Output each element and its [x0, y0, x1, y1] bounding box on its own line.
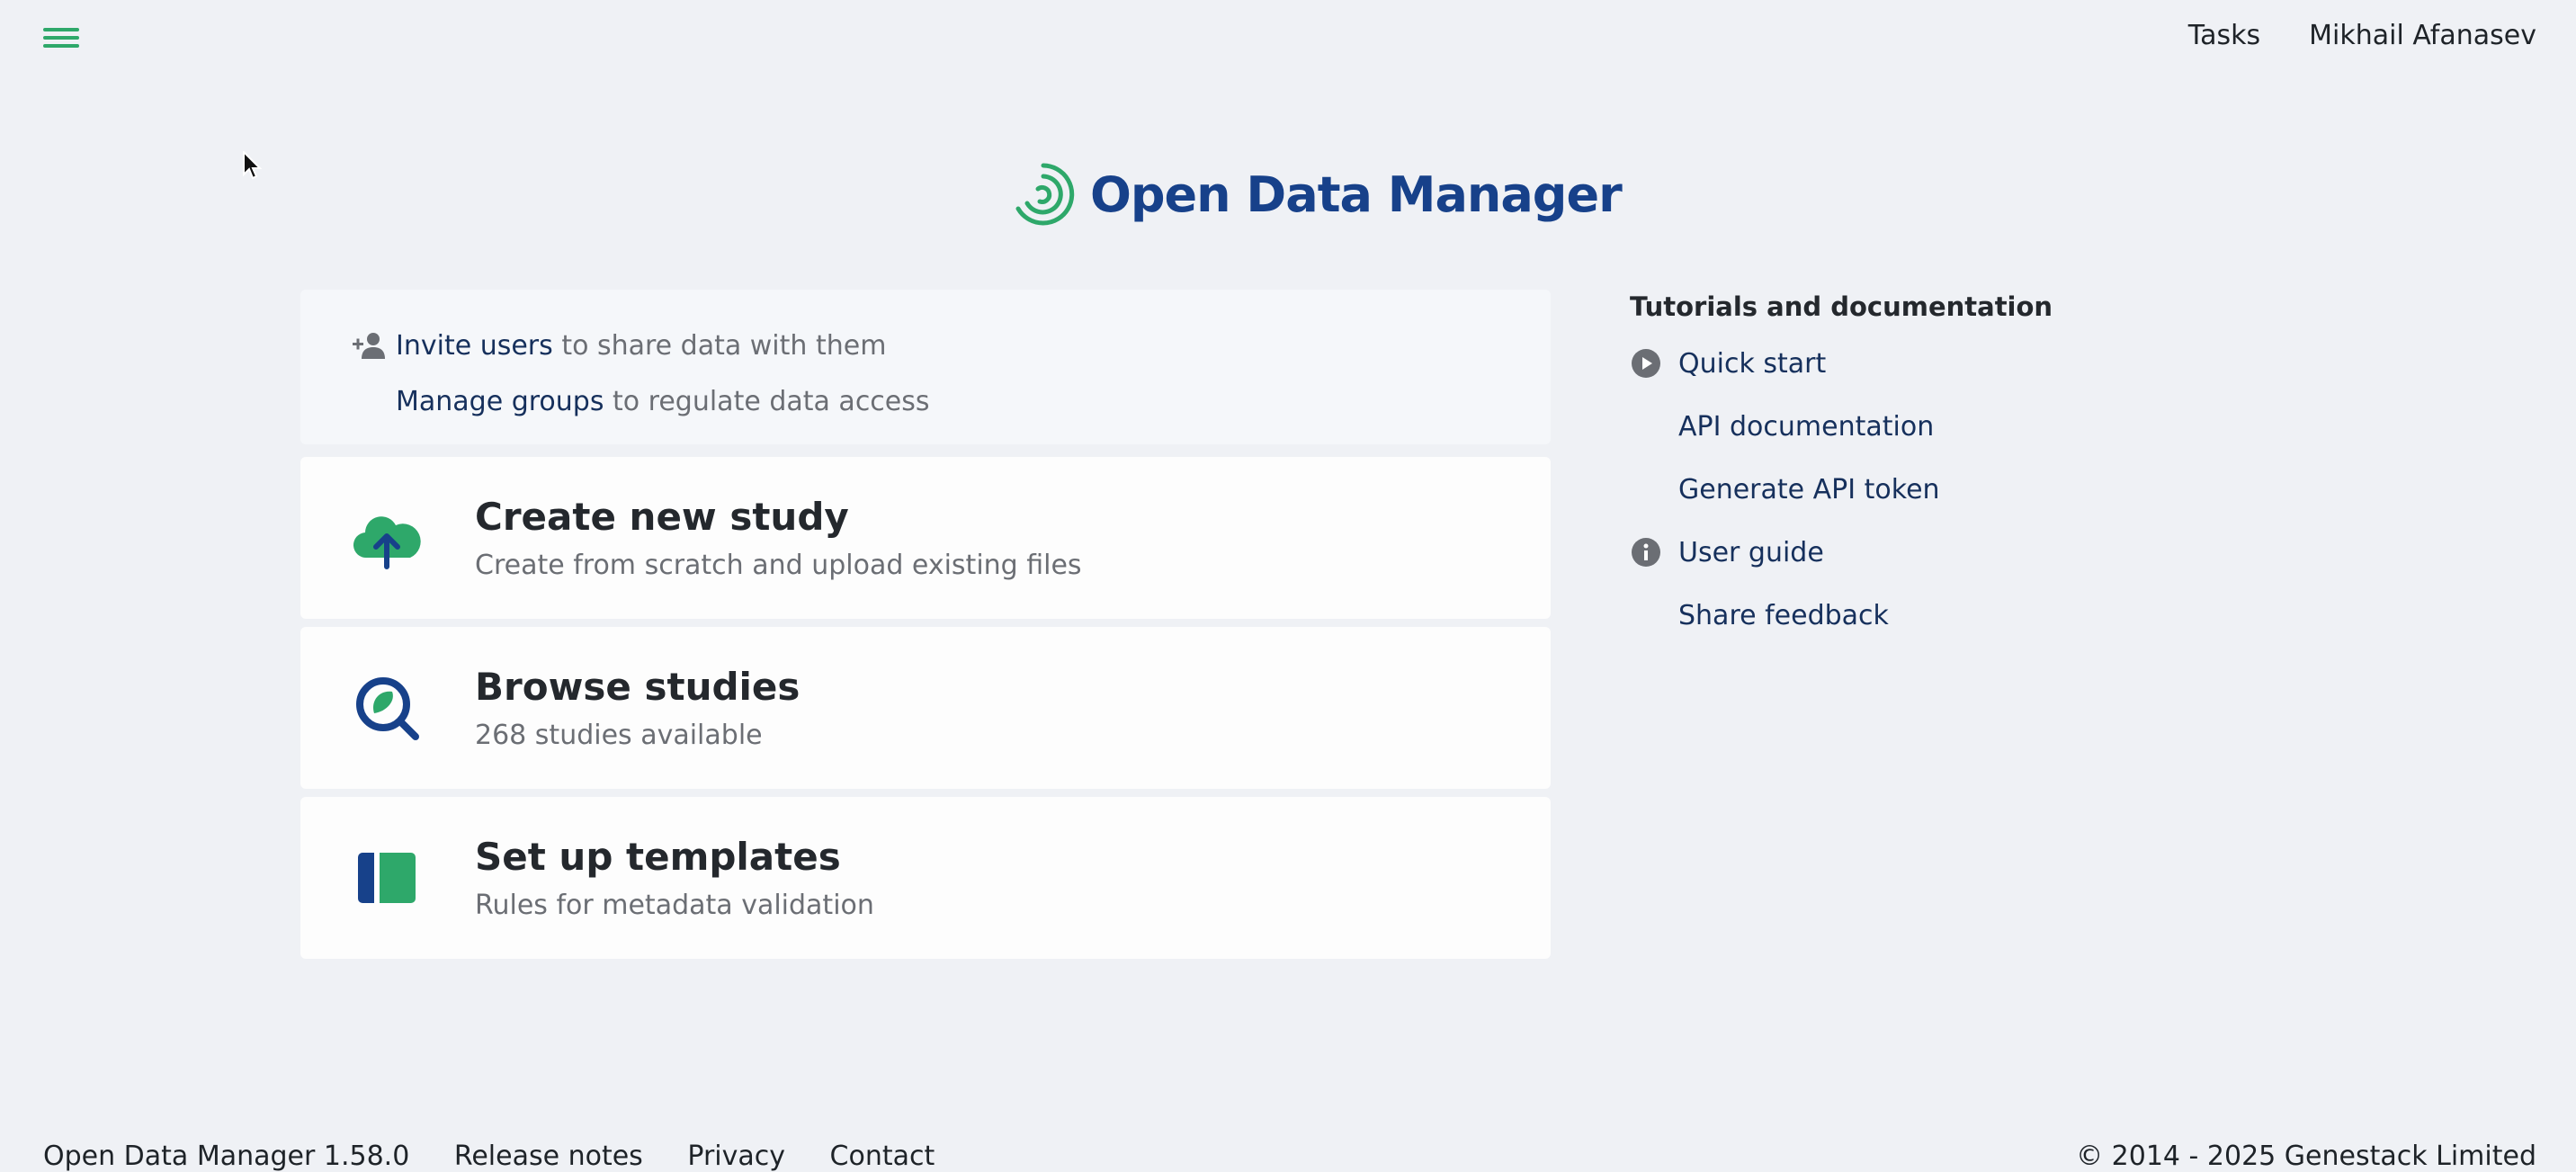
search-icon: [356, 677, 419, 740]
cloud-upload-icon: [353, 516, 421, 569]
create-study-card[interactable]: Create new study Create from scratch and…: [300, 457, 1551, 619]
hamburger-menu-icon[interactable]: [43, 23, 79, 52]
card-subtitle: Rules for metadata validation: [475, 890, 874, 921]
app-logo: Open Data Manager: [1011, 162, 1623, 227]
card-subtitle: Create from scratch and upload existing …: [475, 550, 1082, 581]
user-menu[interactable]: Mikhail Afanasev: [2309, 20, 2536, 51]
template-icon: [358, 853, 416, 903]
browse-studies-card[interactable]: Browse studies 268 studies available: [300, 627, 1551, 789]
person-add-icon: [353, 333, 385, 359]
manage-groups-link[interactable]: Manage groups: [396, 386, 604, 417]
tasks-link[interactable]: Tasks: [2188, 20, 2260, 51]
invite-users-link[interactable]: Invite users: [396, 330, 553, 362]
logo-rings-icon: [1015, 163, 1075, 226]
docs-generate-token-link[interactable]: Generate API token: [1630, 468, 2097, 511]
docs-user-guide-link[interactable]: User guide: [1630, 531, 2097, 574]
invite-panel: Invite users to share data with them Man…: [300, 290, 1551, 444]
docs-heading: Tutorials and documentation: [1630, 291, 2053, 322]
card-title: Create new study: [475, 495, 849, 539]
docs-api-documentation-link[interactable]: API documentation: [1630, 405, 2097, 448]
templates-card[interactable]: Set up templates Rules for metadata vali…: [300, 797, 1551, 959]
docs-quick-start-link[interactable]: Quick start: [1630, 342, 2097, 385]
info-icon: [1632, 538, 1660, 567]
card-title: Set up templates: [475, 835, 841, 879]
docs-panel: Tutorials and documentation Quick start …: [1630, 291, 2097, 657]
logo-text: Open Data Manager: [1090, 166, 1623, 223]
manage-groups-text: to regulate data access: [604, 385, 930, 417]
play-icon: [1632, 349, 1660, 378]
docs-share-feedback-link[interactable]: Share feedback: [1630, 594, 2097, 637]
card-title: Browse studies: [475, 665, 801, 709]
top-nav: Tasks Mikhail Afanasev: [2188, 20, 2536, 51]
mouse-cursor-icon: [243, 151, 263, 180]
invite-users-text: to share data with them: [552, 329, 887, 362]
card-subtitle: 268 studies available: [475, 720, 763, 751]
